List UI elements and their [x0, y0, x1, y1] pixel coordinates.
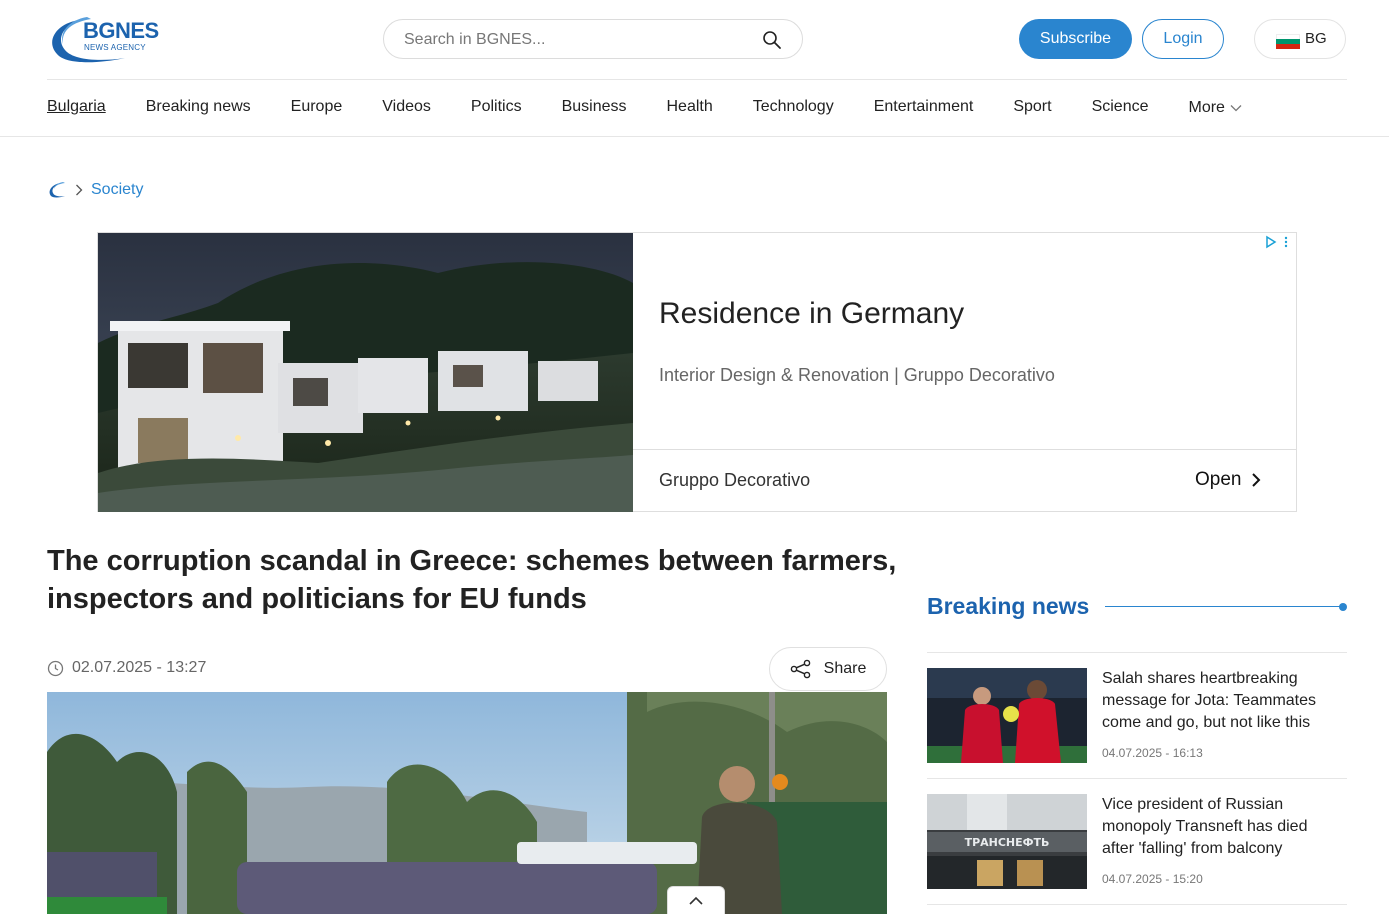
nav-item-sport[interactable]: Sport: [1013, 97, 1051, 119]
ad-open-label: Open: [1195, 469, 1242, 490]
sidebar-divider: [927, 778, 1347, 779]
share-label: Share: [823, 660, 867, 677]
news-time: 04.07.2025 - 16:13: [1102, 746, 1203, 760]
nav-item-more[interactable]: More: [1188, 97, 1242, 119]
chevron-down-icon: [1230, 105, 1242, 112]
nav-item-politics[interactable]: Politics: [471, 97, 522, 119]
search-input[interactable]: [404, 29, 754, 51]
bgnes-logo[interactable]: BGNES NEWS AGENCY: [47, 14, 167, 64]
ad-advertiser: Gruppo Decorativo: [659, 470, 811, 490]
chevron-right-icon: [76, 184, 83, 196]
logo-tagline: NEWS AGENCY: [84, 43, 146, 52]
nav-item-technology[interactable]: Technology: [753, 97, 834, 119]
list-item[interactable]: ТРАНСНЕФТЬ Vice president of Russian mon…: [927, 794, 1347, 894]
adchoices-icon[interactable]: [1264, 235, 1290, 249]
sidebar-title-line: [1105, 606, 1341, 607]
football-players-image: [927, 668, 1087, 763]
article-main-image[interactable]: [47, 692, 887, 914]
news-thumbnail[interactable]: [927, 668, 1087, 763]
nav-more-label: More: [1188, 99, 1225, 116]
farmers-protest-photo: [47, 692, 887, 914]
share-button[interactable]: Share: [769, 647, 887, 691]
sidebar-title-dot: [1339, 603, 1347, 611]
ad-open-button[interactable]: Open: [1195, 469, 1261, 491]
nav-item-videos[interactable]: Videos: [382, 97, 431, 119]
breadcrumb-society[interactable]: Society: [91, 181, 143, 199]
ad-villa-image: [98, 233, 633, 512]
sidebar-divider: [927, 652, 1347, 653]
logo-text: BGNES: [83, 18, 159, 43]
search-box: [383, 19, 803, 59]
home-logo-icon[interactable]: [47, 181, 69, 199]
nav-item-breaking-news[interactable]: Breaking news: [146, 97, 251, 119]
nav-item-bulgaria[interactable]: Bulgaria: [47, 97, 106, 119]
list-item[interactable]: Salah shares heartbreaking message for J…: [927, 668, 1347, 768]
bulgaria-flag-icon: [1276, 34, 1300, 49]
ad-title[interactable]: Residence in Germany: [659, 297, 964, 331]
scroll-to-top-button[interactable]: [667, 886, 725, 914]
article-date: 02.07.2025 - 13:27: [47, 659, 206, 677]
share-icon: [790, 659, 810, 679]
chevron-right-icon: [1252, 473, 1261, 487]
article-datetime: 02.07.2025 - 13:27: [72, 659, 207, 676]
language-label: BG: [1305, 30, 1327, 47]
news-title[interactable]: Vice president of Russian monopoly Trans…: [1102, 794, 1342, 860]
breadcrumb: Society: [47, 179, 143, 201]
nav-item-health[interactable]: Health: [667, 97, 713, 119]
nav-item-europe[interactable]: Europe: [291, 97, 343, 119]
ad-divider: [633, 449, 1297, 450]
header-divider: [47, 79, 1347, 80]
nav-item-entertainment[interactable]: Entertainment: [874, 97, 974, 119]
language-button[interactable]: BG: [1254, 19, 1346, 59]
sidebar-divider: [927, 904, 1347, 905]
nav-item-business[interactable]: Business: [562, 97, 627, 119]
transneft-sign: ТРАНСНЕФТЬ: [965, 836, 1050, 849]
ad-image[interactable]: [98, 233, 633, 512]
clock-icon: [47, 660, 64, 676]
login-button[interactable]: Login: [1142, 19, 1224, 59]
site-header: BGNES NEWS AGENCY Subscribe Login BG Bul…: [0, 0, 1389, 137]
chevron-up-icon: [689, 896, 703, 905]
article-title: The corruption scandal in Greece: scheme…: [47, 545, 897, 615]
news-thumbnail[interactable]: ТРАНСНЕФТЬ: [927, 794, 1087, 889]
news-title[interactable]: Salah shares heartbreaking message for J…: [1102, 668, 1342, 734]
advertisement[interactable]: Residence in Germany Interior Design & R…: [97, 232, 1297, 512]
search-icon[interactable]: [762, 30, 782, 50]
nav-item-science[interactable]: Science: [1092, 97, 1149, 119]
ad-subtitle: Interior Design & Renovation | Gruppo De…: [659, 365, 1055, 385]
transneft-building-image: ТРАНСНЕФТЬ: [927, 794, 1087, 889]
news-time: 04.07.2025 - 15:20: [1102, 872, 1203, 886]
sidebar-title[interactable]: Breaking news: [927, 593, 1089, 620]
subscribe-button[interactable]: Subscribe: [1019, 19, 1132, 59]
main-nav: Bulgaria Breaking news Europe Videos Pol…: [47, 97, 1282, 119]
